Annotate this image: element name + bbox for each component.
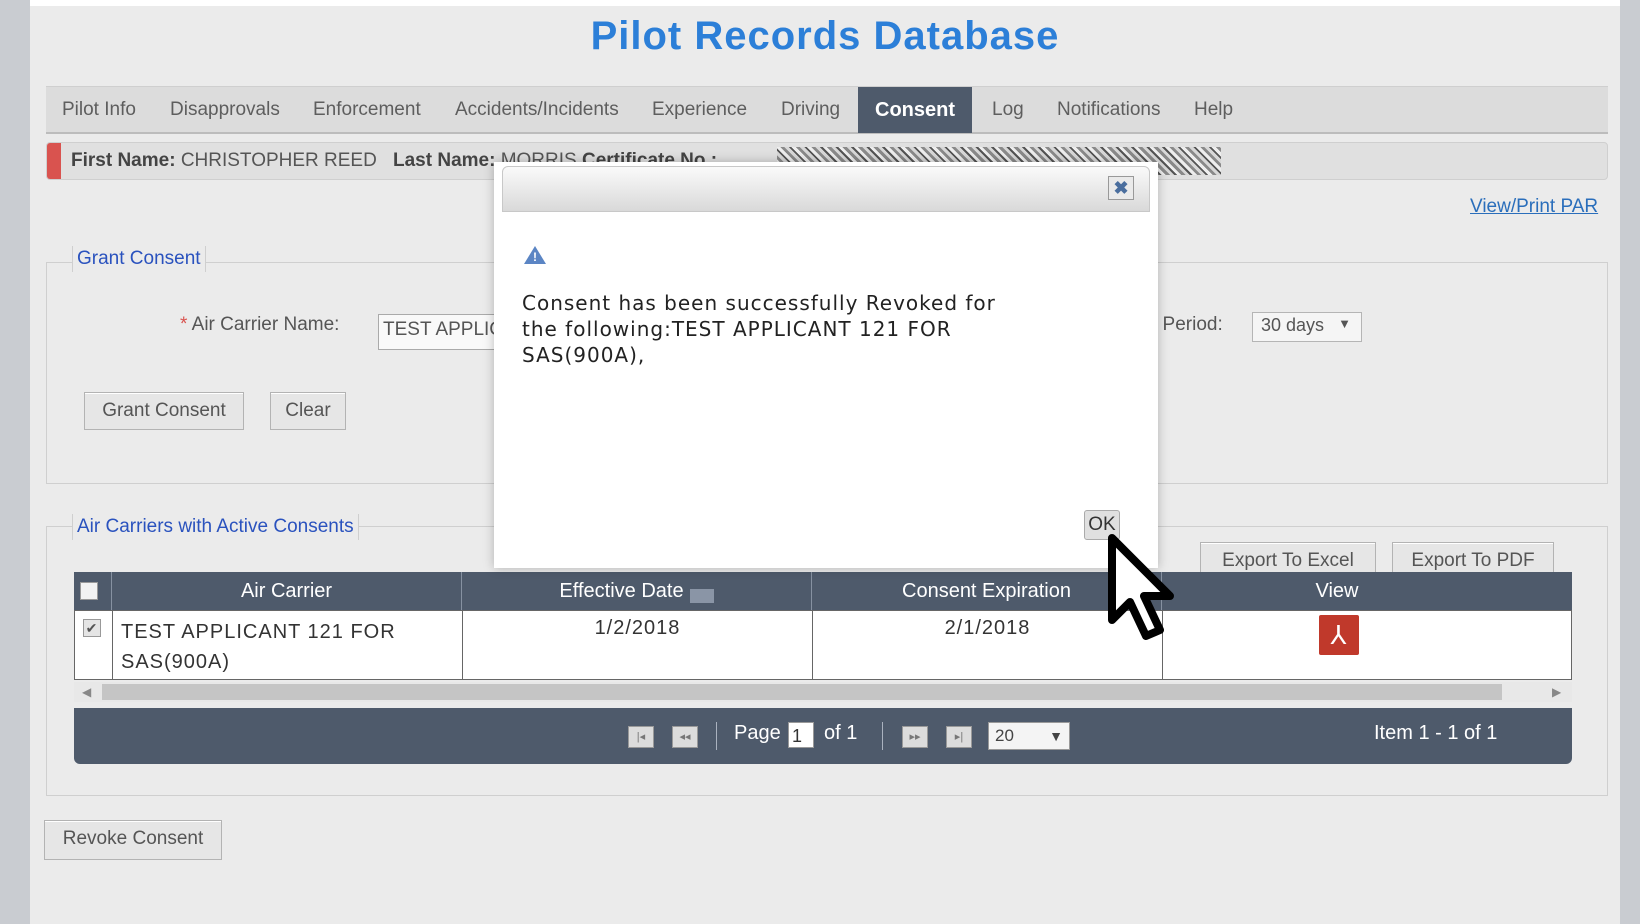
col-effective-date[interactable]: Effective Date xyxy=(462,572,812,610)
table-row[interactable]: ✔ TEST APPLICANT 121 FOR SAS(900A) 1/2/2… xyxy=(74,610,1572,680)
chevron-down-icon: ▼ xyxy=(1338,316,1351,331)
mouse-cursor-icon xyxy=(1108,534,1174,640)
col-air-carrier[interactable]: Air Carrier xyxy=(112,572,462,610)
page-of-label: of 1 xyxy=(824,722,858,744)
nav-accidents-incidents[interactable]: Accidents/Incidents xyxy=(455,87,619,133)
page-label: Page xyxy=(734,722,781,744)
page-number-input[interactable]: 1 xyxy=(788,722,814,748)
screen-frame-right xyxy=(1620,0,1640,924)
prev-page-icon[interactable]: ◂◂ xyxy=(672,726,698,748)
col-effective-date-label: Effective Date xyxy=(559,580,684,602)
grant-consent-legend: Grant Consent xyxy=(72,246,206,272)
main-nav: Pilot Info Disapprovals Enforcement Acci… xyxy=(46,86,1608,134)
page-size-select[interactable]: 20 ▼ xyxy=(988,722,1070,750)
view-print-par-link[interactable]: View/Print PAR xyxy=(1470,196,1598,218)
row-checkbox[interactable]: ✔ xyxy=(83,619,101,637)
pdf-icon[interactable]: ⅄ xyxy=(1319,615,1359,655)
grid-pager: |◂ ◂◂ Page 1 of 1 ▸▸ ▸| 20 ▼ Item 1 - 1 … xyxy=(74,708,1572,764)
grant-consent-button[interactable]: Grant Consent xyxy=(84,392,244,430)
active-consents-legend: Air Carriers with Active Consents xyxy=(72,514,359,540)
consent-period-label: t Period: xyxy=(1152,314,1223,335)
first-name-label: First Name: xyxy=(71,150,176,171)
dialog-titlebar xyxy=(502,166,1150,212)
nav-log[interactable]: Log xyxy=(992,87,1024,133)
scrollbar-thumb[interactable] xyxy=(102,684,1502,700)
nav-disapprovals[interactable]: Disapprovals xyxy=(170,87,280,133)
air-carrier-input[interactable]: TEST APPLICANT 121 FOR SAS(900A) xyxy=(378,314,508,350)
close-icon[interactable]: ✖ xyxy=(1108,176,1134,200)
alert-dialog: ✖ ! Consent has been successfully Revoke… xyxy=(494,162,1158,568)
air-carrier-label: Air Carrier Name: xyxy=(191,314,340,335)
consent-period-value: 30 days xyxy=(1261,315,1325,335)
nav-notifications[interactable]: Notifications xyxy=(1057,87,1161,133)
last-name-label: Last Name: xyxy=(393,150,496,171)
info-bar-accent xyxy=(47,143,61,179)
scroll-left-icon[interactable]: ◀ xyxy=(82,682,91,702)
first-name-value: CHRISTOPHER REED xyxy=(180,150,377,171)
nav-driving[interactable]: Driving xyxy=(781,87,840,133)
clear-button[interactable]: Clear xyxy=(270,392,346,430)
chevron-down-icon: ▼ xyxy=(1049,728,1063,744)
col-view[interactable]: View xyxy=(1162,572,1512,610)
nav-pilot-info[interactable]: Pilot Info xyxy=(62,87,136,133)
last-page-icon[interactable]: ▸| xyxy=(946,726,972,748)
consent-period-select[interactable]: 30 days ▼ xyxy=(1252,312,1362,342)
grid-header: Air Carrier Effective Date Consent Expir… xyxy=(74,572,1572,610)
first-page-icon[interactable]: |◂ xyxy=(628,726,654,748)
cell-air-carrier: TEST APPLICANT 121 FOR SAS(900A) xyxy=(113,611,463,679)
item-info: Item 1 - 1 of 1 xyxy=(1374,722,1498,744)
horizontal-scrollbar[interactable]: ◀ ▶ xyxy=(74,682,1572,702)
nav-enforcement[interactable]: Enforcement xyxy=(313,87,421,133)
nav-help[interactable]: Help xyxy=(1194,87,1233,133)
page-size-value: 20 xyxy=(995,726,1014,745)
sort-icon[interactable] xyxy=(689,588,714,603)
required-mark: * xyxy=(180,314,188,335)
select-all-checkbox[interactable] xyxy=(80,582,98,600)
scroll-right-icon[interactable]: ▶ xyxy=(1552,682,1561,702)
next-page-icon[interactable]: ▸▸ xyxy=(902,726,928,748)
screen-frame-left xyxy=(0,0,30,924)
revoke-consent-button[interactable]: Revoke Consent xyxy=(44,820,222,860)
dialog-message: Consent has been successfully Revoked fo… xyxy=(522,291,996,367)
page-title: Pilot Records Database xyxy=(590,14,1060,58)
nav-consent[interactable]: Consent xyxy=(858,87,972,133)
nav-experience[interactable]: Experience xyxy=(652,87,747,133)
cell-effective-date: 1/2/2018 xyxy=(463,611,813,679)
